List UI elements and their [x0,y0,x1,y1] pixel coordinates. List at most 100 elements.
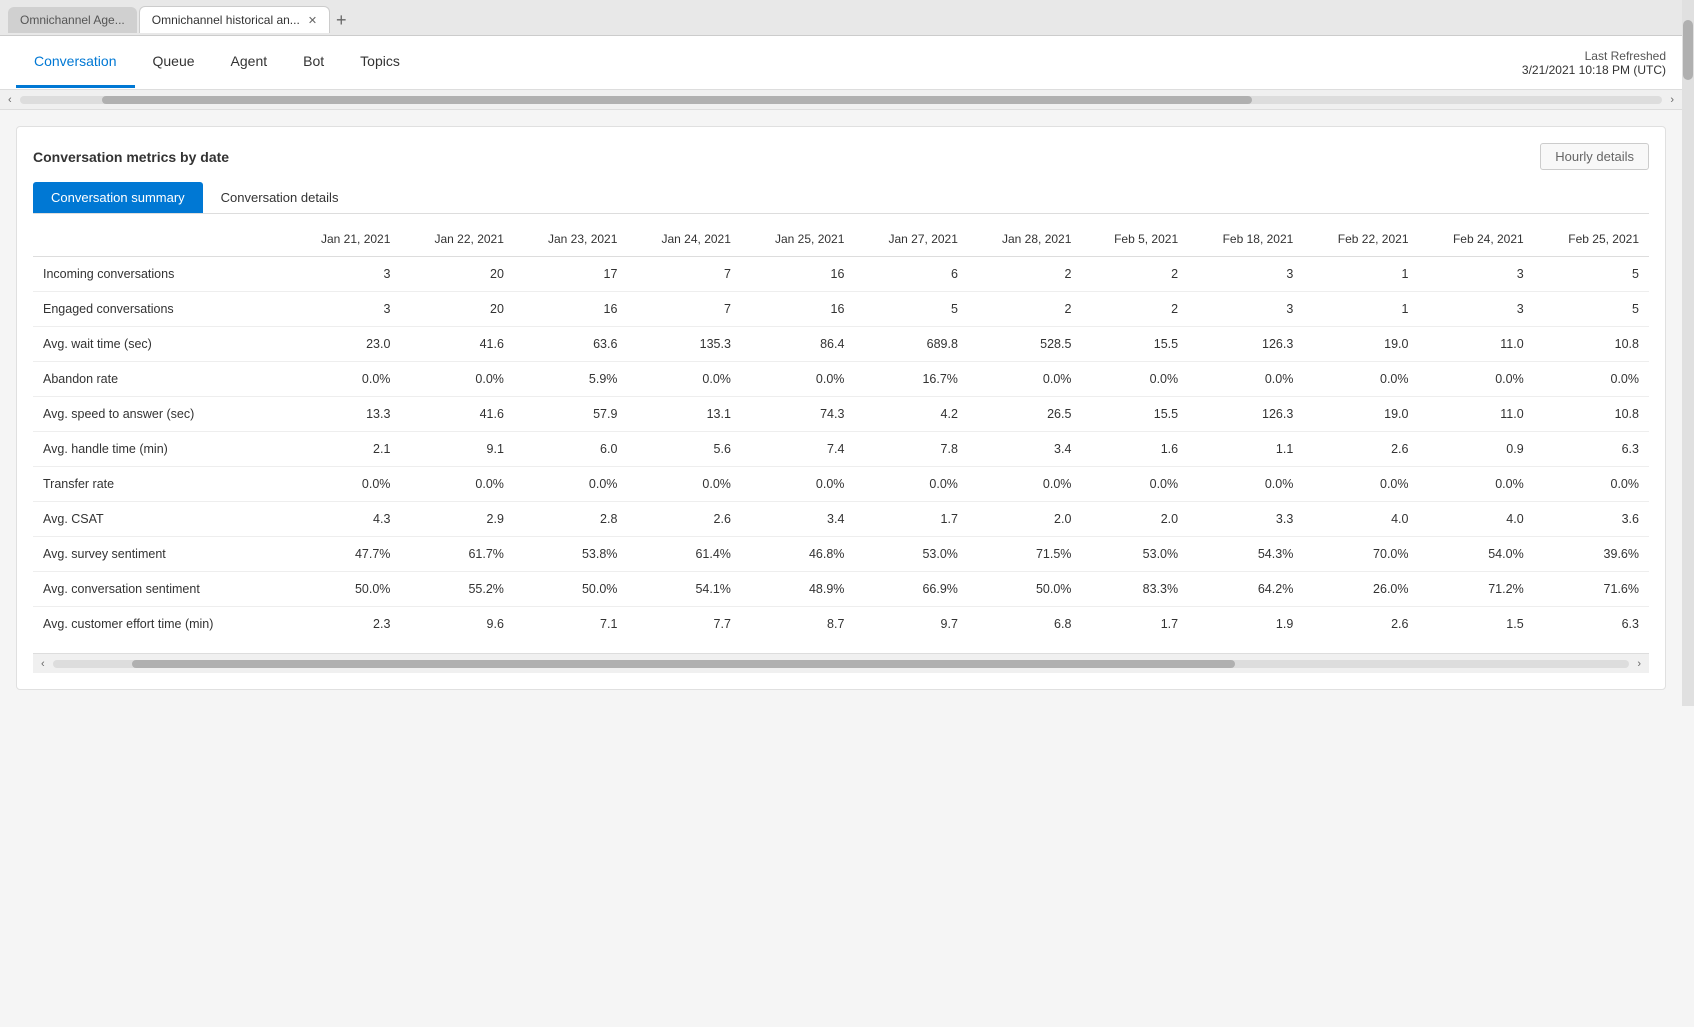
cell-1-4: 16 [741,292,855,327]
close-icon[interactable]: ✕ [308,14,317,27]
cell-10-0: 2.3 [287,607,401,642]
add-tab-button[interactable]: + [336,11,347,29]
cell-6-2: 0.0% [514,467,628,502]
cell-6-10: 0.0% [1419,467,1534,502]
scroll-left-arrow-bottom[interactable]: ‹ [41,658,45,670]
row-label-0: Incoming conversations [33,257,287,292]
cell-5-9: 2.6 [1303,432,1418,467]
cell-1-1: 20 [400,292,514,327]
app-header: Conversation Queue Agent Bot Topics Last… [0,36,1682,90]
table-row: Avg. survey sentiment47.7%61.7%53.8%61.4… [33,537,1649,572]
cell-4-6: 26.5 [968,397,1082,432]
table-col-header-1: Jan 21, 2021 [287,222,401,257]
cell-9-9: 26.0% [1303,572,1418,607]
cell-6-5: 0.0% [854,467,968,502]
scroll-left-arrow[interactable]: ‹ [8,94,12,106]
table-col-header-3: Jan 23, 2021 [514,222,628,257]
cell-5-10: 0.9 [1419,432,1534,467]
cell-8-9: 70.0% [1303,537,1418,572]
table-col-header-11: Feb 24, 2021 [1419,222,1534,257]
cell-1-2: 16 [514,292,628,327]
table-col-header-6: Jan 27, 2021 [854,222,968,257]
cell-7-3: 2.6 [627,502,741,537]
cell-8-6: 71.5% [968,537,1082,572]
cell-7-0: 4.3 [287,502,401,537]
cell-4-7: 15.5 [1081,397,1188,432]
row-label-7: Avg. CSAT [33,502,287,537]
cell-9-2: 50.0% [514,572,628,607]
cell-0-10: 3 [1419,257,1534,292]
vertical-scrollbar[interactable] [1682,0,1694,706]
table-col-header-7: Jan 28, 2021 [968,222,1082,257]
cell-8-4: 46.8% [741,537,855,572]
cell-0-1: 20 [400,257,514,292]
cell-6-8: 0.0% [1188,467,1303,502]
cell-2-6: 528.5 [968,327,1082,362]
sub-tab-summary[interactable]: Conversation summary [33,182,203,213]
scroll-track-bottom[interactable] [53,660,1630,668]
last-refreshed-time: 3/21/2021 10:18 PM (UTC) [1522,63,1666,77]
cell-8-10: 54.0% [1419,537,1534,572]
hourly-details-button[interactable]: Hourly details [1540,143,1649,170]
table-col-header-8: Feb 5, 2021 [1081,222,1188,257]
cell-5-2: 6.0 [514,432,628,467]
cell-10-1: 9.6 [400,607,514,642]
nav-tab-topics[interactable]: Topics [342,37,418,88]
cell-4-1: 41.6 [400,397,514,432]
cell-5-0: 2.1 [287,432,401,467]
cell-2-9: 19.0 [1303,327,1418,362]
cell-1-10: 3 [1419,292,1534,327]
nav-tab-conversation[interactable]: Conversation [16,37,135,88]
cell-4-3: 13.1 [627,397,741,432]
cell-10-4: 8.7 [741,607,855,642]
cell-3-2: 5.9% [514,362,628,397]
nav-tab-agent[interactable]: Agent [213,37,286,88]
cell-9-7: 83.3% [1081,572,1188,607]
nav-tab-queue[interactable]: Queue [135,37,213,88]
cell-3-11: 0.0% [1534,362,1649,397]
cell-7-9: 4.0 [1303,502,1418,537]
cell-9-5: 66.9% [854,572,968,607]
cell-7-2: 2.8 [514,502,628,537]
main-content: Conversation metrics by date Hourly deta… [0,110,1682,706]
cell-5-4: 7.4 [741,432,855,467]
browser-tab-2[interactable]: Omnichannel historical an... ✕ [139,6,330,33]
cell-0-3: 7 [627,257,741,292]
table-col-header-label [33,222,287,257]
cell-0-5: 6 [854,257,968,292]
cell-10-5: 9.7 [854,607,968,642]
nav-tab-bot[interactable]: Bot [285,37,342,88]
cell-3-7: 0.0% [1081,362,1188,397]
cell-6-1: 0.0% [400,467,514,502]
browser-tab-1[interactable]: Omnichannel Age... [8,7,137,33]
cell-3-4: 0.0% [741,362,855,397]
table-col-header-2: Jan 22, 2021 [400,222,514,257]
scroll-right-arrow[interactable]: › [1670,94,1674,106]
cell-0-9: 1 [1303,257,1418,292]
horizontal-scrollbar-top[interactable]: ‹ › [0,90,1682,110]
cell-2-11: 10.8 [1534,327,1649,362]
row-label-5: Avg. handle time (min) [33,432,287,467]
row-label-4: Avg. speed to answer (sec) [33,397,287,432]
cell-7-1: 2.9 [400,502,514,537]
section-title: Conversation metrics by date [33,149,229,165]
cell-2-1: 41.6 [400,327,514,362]
cell-3-1: 0.0% [400,362,514,397]
cell-7-4: 3.4 [741,502,855,537]
scroll-right-arrow-bottom[interactable]: › [1637,658,1641,670]
sub-tab-details[interactable]: Conversation details [203,182,357,213]
table-header-row: Jan 21, 2021Jan 22, 2021Jan 23, 2021 Jan … [33,222,1649,257]
cell-9-11: 71.6% [1534,572,1649,607]
table-row: Avg. speed to answer (sec)13.341.657.913… [33,397,1649,432]
cell-4-4: 74.3 [741,397,855,432]
scroll-track-top[interactable] [20,96,1663,104]
cell-0-8: 3 [1188,257,1303,292]
cell-6-0: 0.0% [287,467,401,502]
row-label-8: Avg. survey sentiment [33,537,287,572]
table-row: Abandon rate0.0%0.0%5.9%0.0%0.0%16.7%0.0… [33,362,1649,397]
horizontal-scrollbar-bottom[interactable]: ‹ › [33,653,1649,673]
cell-4-10: 11.0 [1419,397,1534,432]
row-label-2: Avg. wait time (sec) [33,327,287,362]
table-row: Incoming conversations320177166223135 [33,257,1649,292]
row-label-9: Avg. conversation sentiment [33,572,287,607]
